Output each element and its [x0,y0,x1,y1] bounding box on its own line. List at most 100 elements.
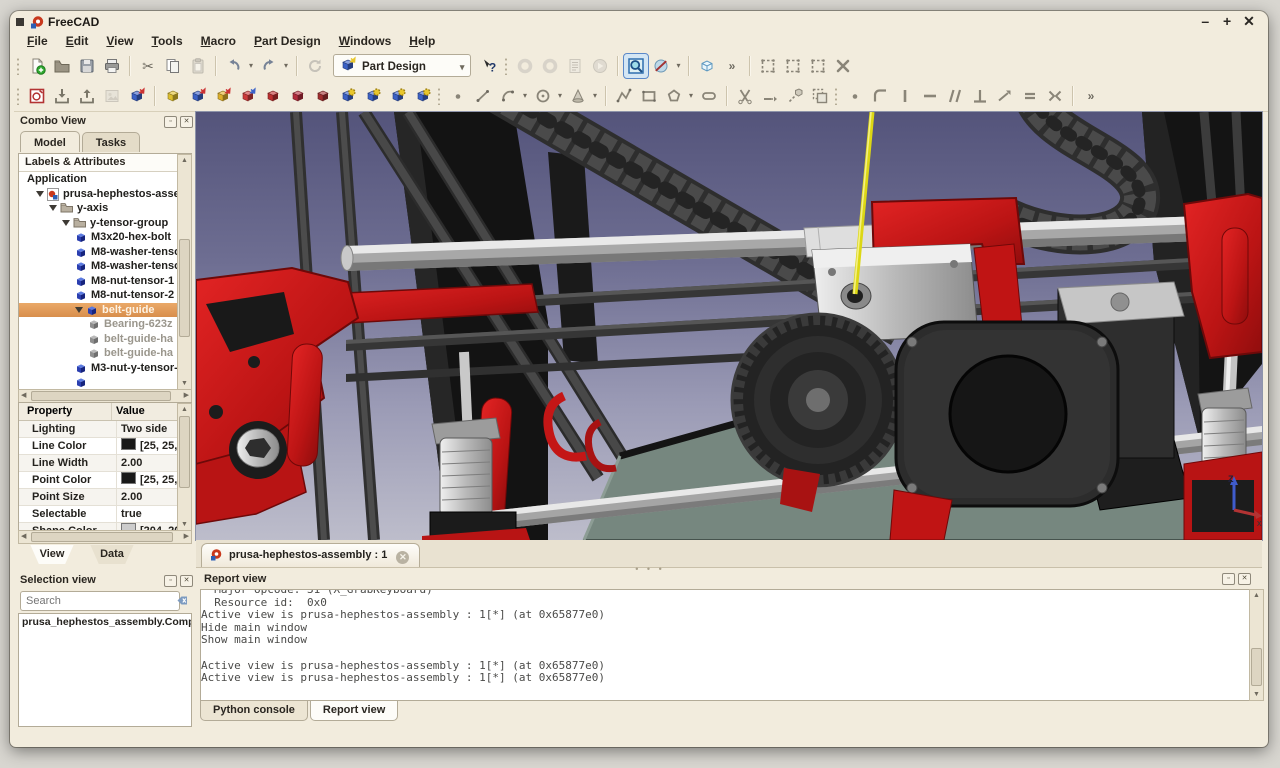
menu-help[interactable]: Help [400,33,444,49]
toolbar-handle[interactable] [16,57,20,75]
property-row-point-color[interactable]: Point Color[25, 25, 25] [19,472,191,489]
draw-style-button[interactable]: ▾ [649,54,673,78]
menu-tools[interactable]: Tools [143,33,192,49]
selection-view-close-icon[interactable]: ✕ [180,575,193,587]
close-button[interactable]: ✕ [1240,13,1258,30]
cut-button[interactable]: ✂ [136,54,160,78]
create-sketch-button[interactable] [25,84,49,108]
tree-item-m8-nut-tensor-2[interactable]: M8-nut-tensor-2 [19,288,191,303]
box-element-selection-button[interactable] [781,54,805,78]
tree-item-item[interactable] [19,375,191,389]
toolbar-overflow-button[interactable]: » [1079,84,1103,108]
tree-item-bearing-623z[interactable]: Bearing-623z [19,317,191,332]
expander-icon[interactable] [36,191,44,197]
tree-item-y-tensor-group[interactable]: y-tensor-group [19,216,191,231]
tab-data[interactable]: Data [82,545,142,564]
report-view-close-icon[interactable]: ✕ [1238,573,1251,585]
export-file-button[interactable] [75,84,99,108]
selection-item[interactable]: prusa_hephestos_assembly.CompoundC0 [19,614,191,628]
external-geometry-button[interactable] [783,84,807,108]
chamfer-button[interactable] [286,84,310,108]
toolbar-handle[interactable] [437,87,441,105]
minimize-button[interactable]: – [1196,13,1214,29]
property-row-line-width[interactable]: Line Width2.00 [19,455,191,472]
tree-item-application[interactable]: Application [19,172,191,187]
tab-report-view[interactable]: Report view [310,701,398,721]
copy-button[interactable] [161,54,185,78]
workbench-selector[interactable]: Part Design▾ [333,54,471,77]
clear-search-icon[interactable] [173,594,188,612]
menu-part-design[interactable]: Part Design [245,33,330,49]
toolbar-handle[interactable] [504,57,508,75]
macro-record-button[interactable] [513,54,537,78]
tab-python-console[interactable]: Python console [200,701,308,721]
constrain-vertical-button[interactable] [893,84,917,108]
combo-view-float-icon[interactable]: ▫ [164,116,177,128]
view-sketch-button[interactable] [100,84,124,108]
constrain-horizontal-button[interactable] [918,84,942,108]
create-arc-button[interactable]: ▾ [496,84,520,108]
revolution-button[interactable] [211,84,235,108]
macro-edit-button[interactable] [563,54,587,78]
undo-button[interactable]: ▾ [222,54,246,78]
more-views-button[interactable]: » [720,54,744,78]
tree-item-belt-guide-ha[interactable]: belt-guide-ha [19,346,191,361]
maximize-button[interactable]: + [1218,13,1236,29]
macro-play-button[interactable] [588,54,612,78]
tab-tasks[interactable]: Tasks [82,132,140,152]
property-vertical-scrollbar[interactable]: ▲▼ [177,403,192,531]
menu-windows[interactable]: Windows [330,33,401,49]
multi-transform-button[interactable] [411,84,435,108]
selection-view-float-icon[interactable]: ▫ [164,575,177,587]
viewport-3d[interactable]: Z x [196,112,1262,540]
menu-macro[interactable]: Macro [192,33,245,49]
tree-item-m8-washer-tenso[interactable]: M8-washer-tenso [19,245,191,260]
whats-this-button[interactable]: ? [478,54,502,78]
property-row-lighting[interactable]: LightingTwo side [19,421,191,438]
menu-view[interactable]: View [97,33,142,49]
splitter-handle[interactable]: • • • [630,568,670,572]
expander-icon[interactable] [62,220,70,226]
trim-edge-button[interactable] [733,84,757,108]
sketch-fillet-button[interactable] [868,84,892,108]
axonometric-view-button[interactable] [695,54,719,78]
tree-horizontal-scrollbar[interactable]: ◀▶ [18,389,192,403]
create-slot-button[interactable] [697,84,721,108]
linear-pattern-button[interactable] [336,84,360,108]
tree-item-y-axis[interactable]: y-axis [19,201,191,216]
constrain-parallel-button[interactable] [943,84,967,108]
toolbar-handle[interactable] [16,87,20,105]
property-horizontal-scrollbar[interactable]: ◀▶ [18,530,192,544]
create-rectangle-button[interactable] [637,84,661,108]
combo-view-close-icon[interactable]: ✕ [180,116,193,128]
create-conic-button[interactable]: ▾ [566,84,590,108]
create-circle-button[interactable]: ▾ [531,84,555,108]
report-console[interactable]: Major opcode: 31 (X_GrabKeyboard) Resour… [200,589,1250,701]
create-line-button[interactable] [471,84,495,108]
extend-edge-button[interactable] [758,84,782,108]
tree-item-m3-nut-y-tensor-[interactable]: M3-nut-y-tensor- [19,361,191,376]
pocket-button[interactable] [186,84,210,108]
tree-item-prusa-hephestos-assembly[interactable]: prusa-hephestos-assembly [19,187,191,202]
window-menu-icon[interactable] [16,18,24,26]
box-selection-button[interactable] [756,54,780,78]
console-vertical-scrollbar[interactable]: ▲▼ [1249,589,1264,701]
tab-view[interactable]: View [22,545,82,564]
redo-button[interactable]: ▾ [257,54,281,78]
create-point-button[interactable] [446,84,470,108]
create-polyline-button[interactable] [612,84,636,108]
save-document-button[interactable] [75,54,99,78]
menu-edit[interactable]: Edit [57,33,98,49]
tree-vertical-scrollbar[interactable]: ▲▼ [177,154,192,390]
refresh-button[interactable] [303,54,327,78]
titlebar[interactable]: FreeCAD – + ✕ [10,11,1268,33]
tree-item-m8-nut-tensor-1[interactable]: M8-nut-tensor-1 [19,274,191,289]
expander-icon[interactable] [49,205,57,211]
report-view-float-icon[interactable]: ▫ [1222,573,1235,585]
tab-model[interactable]: Model [20,131,80,152]
pad-button[interactable] [161,84,185,108]
menu-file[interactable]: File [18,33,57,49]
carbon-copy-button[interactable] [808,84,832,108]
constrain-perpendicular-button[interactable] [968,84,992,108]
property-row-line-color[interactable]: Line Color[25, 25, 25] [19,438,191,455]
